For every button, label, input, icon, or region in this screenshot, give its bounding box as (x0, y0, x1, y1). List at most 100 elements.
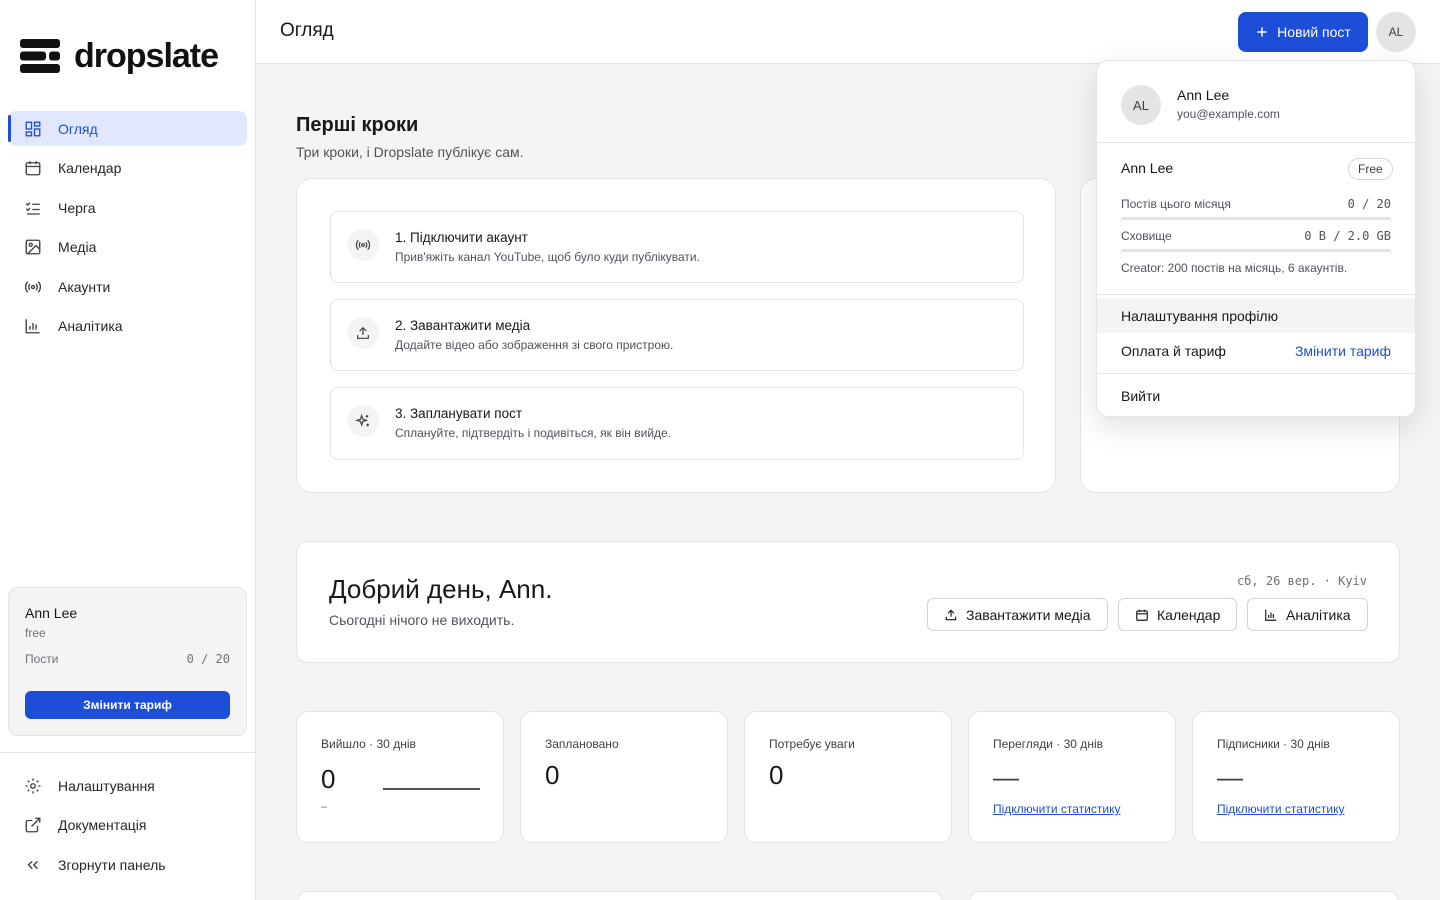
stat-subtext: – (321, 801, 328, 813)
usage-posts-label: Постів цього місяця (1121, 197, 1231, 211)
step-connect-account[interactable]: 1. Підключити акаунт Прив'яжіть канал Yo… (330, 211, 1024, 283)
stat-label: Вийшло · 30 днів (321, 737, 416, 751)
sidebar-item-settings[interactable]: Налаштування (8, 768, 247, 803)
broadcast-icon (355, 239, 371, 251)
change-plan-link[interactable]: Змінити тариф (1295, 343, 1391, 359)
sidebar-bottom-nav: Налаштування Документація Згорнути панел… (8, 768, 247, 887)
step-title: 3. Запланувати пост (395, 406, 523, 421)
menu-divider (1097, 373, 1415, 374)
step-description: Додайте відео або зображення зі свого пр… (395, 338, 674, 352)
top-header: Огляд Новий пост AL (256, 0, 1440, 64)
step-icon-wrap (347, 405, 379, 437)
stat-card-subscribers: Підписники · 30 днів — Підключити статис… (1192, 711, 1400, 843)
dashboard-icon (25, 121, 41, 136)
sidebar-item-label: Медіа (58, 239, 97, 255)
account-name: Ann Lee (1177, 87, 1230, 103)
stat-card-views: Перегляди · 30 днів — Підключити статист… (968, 711, 1176, 843)
upload-media-label: Завантажити медіа (966, 606, 1091, 623)
stat-value: — (993, 762, 1019, 792)
upload-icon (357, 326, 369, 339)
sidebar-item-label: Аналітика (58, 318, 123, 334)
sidebar-item-calendar[interactable]: Календар (8, 151, 247, 186)
stat-value: 0 (545, 760, 560, 790)
stat-value: 0 (769, 760, 784, 790)
plan-user-name: Ann Lee (25, 605, 78, 621)
upload-icon (945, 609, 957, 620)
usage-posts-bar (1121, 217, 1391, 220)
plan-posts-label: Пости (25, 652, 59, 666)
brand-name: dropslate (74, 37, 219, 75)
new-post-label: Новий пост (1277, 24, 1351, 40)
analytics-button[interactable]: Аналітика (1247, 598, 1368, 631)
stat-label: Потребує уваги (769, 737, 855, 751)
plan-posts-row: Пости 0 / 20 (25, 652, 230, 666)
analytics-label: Аналітика (1286, 606, 1351, 623)
calendar-label: Календар (1157, 606, 1221, 623)
greeting-card: Добрий день, Ann. Сьогодні нічого не вих… (296, 541, 1400, 663)
avatar: AL (1121, 85, 1161, 125)
stat-label: Заплановано (545, 737, 619, 751)
greeting-title: Добрий день, Ann. (329, 574, 553, 604)
sidebar-nav: Огляд Календар Черга Медіа Акаунти Аналі… (8, 111, 247, 348)
broadcast-icon (24, 280, 42, 293)
step-upload-media[interactable]: 2. Завантажити медіа Додайте відео або з… (330, 299, 1024, 371)
stat-card-scheduled: Заплановано 0 (520, 711, 728, 843)
plan-badge: Free (1348, 158, 1393, 180)
calendar-button[interactable]: Календар (1118, 598, 1238, 631)
sidebar-item-docs[interactable]: Документація (8, 808, 247, 843)
stat-card-published: Вийшло · 30 днів 0 – (296, 711, 504, 843)
sidebar-item-label: Акаунти (58, 278, 111, 295)
step-icon-wrap (347, 229, 379, 261)
menu-divider (1097, 294, 1415, 295)
bottom-card-right (968, 891, 1400, 900)
connect-stats-link[interactable]: Підключити статистику (993, 802, 1120, 816)
plan-card: Ann Lee free Пости 0 / 20 Змінити тариф (8, 587, 247, 736)
sidebar-item-accounts[interactable]: Акаунти (8, 269, 247, 304)
sidebar-item-overview[interactable]: Огляд (8, 111, 247, 146)
greeting-subtitle: Сьогодні нічого не виходить. (329, 612, 515, 628)
step-schedule-post[interactable]: 3. Запланувати пост Сплануйте, підтверді… (330, 387, 1024, 460)
profile-settings-item[interactable]: Налаштування профілю (1097, 298, 1415, 333)
upgrade-plan-button[interactable]: Змінити тариф (25, 691, 230, 719)
chevrons-left-icon (27, 860, 38, 869)
sidebar-item-queue[interactable]: Черга (8, 190, 247, 225)
sidebar-item-media[interactable]: Медіа (8, 230, 247, 265)
first-steps-subtitle: Три кроки, і Dropslate публікує сам. (296, 144, 524, 160)
usage-storage-row: Сховище 0 B / 2.0 GB (1121, 229, 1391, 243)
brand-logo[interactable]: dropslate (20, 36, 219, 76)
sidebar-item-label: Черга (58, 199, 96, 216)
stat-value: — (1217, 762, 1243, 792)
step-description: Сплануйте, підтвердіть і подивіться, як … (395, 426, 672, 440)
sidebar-item-label: Документація (58, 817, 147, 833)
new-post-button[interactable]: Новий пост (1238, 12, 1368, 52)
bottom-card-left (296, 891, 944, 900)
avatar[interactable]: AL (1376, 12, 1416, 52)
menu-divider (1097, 142, 1415, 143)
sidebar-divider (0, 752, 256, 753)
page-title: Огляд (280, 20, 334, 41)
usage-posts-value: 0 / 20 (1347, 197, 1391, 211)
bar-chart-icon (25, 319, 40, 334)
bar-chart-icon (1265, 609, 1277, 621)
plan-tier: free (25, 626, 46, 640)
step-icon-wrap (347, 317, 379, 349)
sidebar-item-label: Огляд (58, 120, 98, 137)
image-icon (25, 239, 41, 255)
stat-card-attention: Потребує уваги 0 (744, 711, 952, 843)
usage-posts-row: Постів цього місяця 0 / 20 (1121, 197, 1391, 211)
stat-label: Перегляди · 30 днів (993, 737, 1103, 751)
sidebar-item-label: Календар (58, 160, 122, 176)
usage-storage-label: Сховище (1121, 229, 1172, 243)
logo-mark-icon (20, 39, 60, 73)
logout-item[interactable]: Вийти (1097, 378, 1415, 413)
sidebar-item-collapse[interactable]: Згорнути панель (8, 847, 247, 882)
plus-icon (1257, 27, 1267, 37)
upload-media-button[interactable]: Завантажити медіа (927, 598, 1108, 631)
step-title: 2. Завантажити медіа (395, 318, 531, 333)
connect-stats-link[interactable]: Підключити статистику (1217, 802, 1344, 816)
step-title: 1. Підключити акаунт (395, 230, 528, 245)
sidebar-item-analytics[interactable]: Аналітика (8, 309, 247, 344)
external-link-icon (25, 817, 41, 833)
sparkline (383, 788, 480, 790)
sidebar-item-label: Згорнути панель (58, 856, 166, 873)
